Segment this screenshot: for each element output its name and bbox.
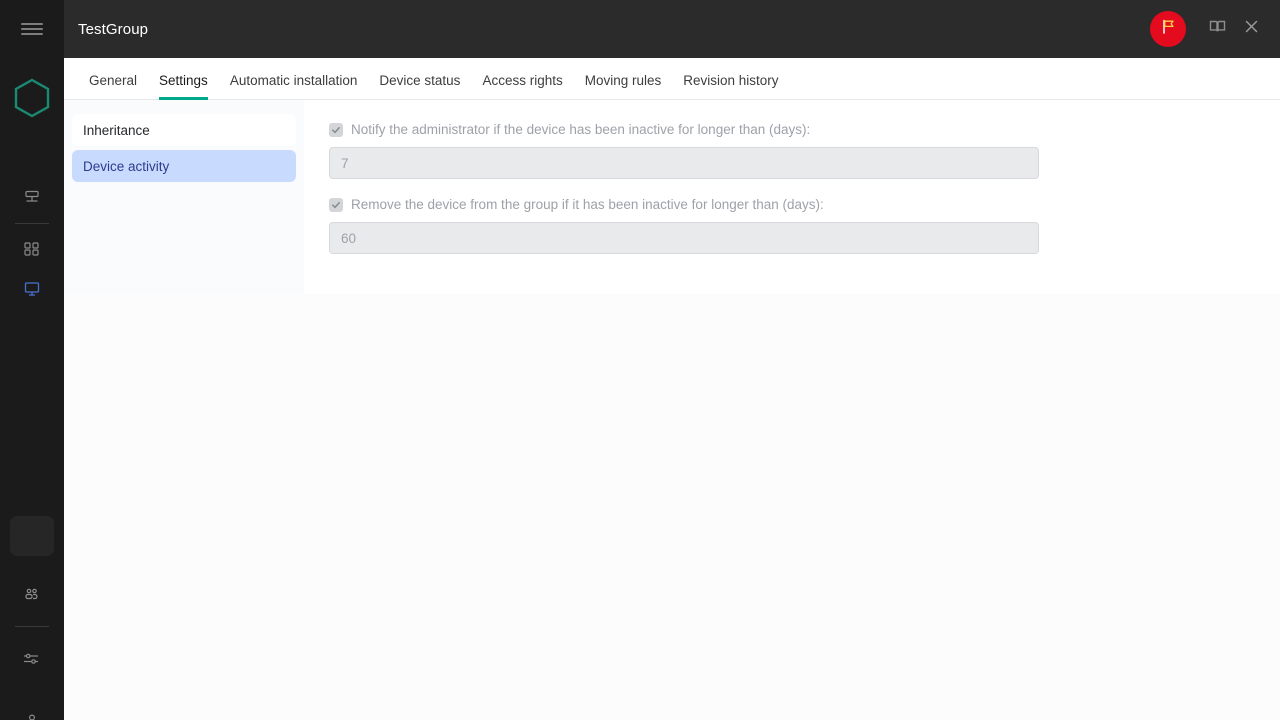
tab-access-rights[interactable]: Access rights <box>471 73 573 99</box>
page-title: TestGroup <box>78 20 149 38</box>
rail-active-indicator <box>10 516 54 556</box>
menu-toggle-button[interactable] <box>0 0 64 58</box>
subnav-item-device-activity[interactable]: Device activity <box>72 150 296 182</box>
settings-content-card: Inheritance Device activity Notify the a… <box>64 100 1280 294</box>
subnav-item-inheritance[interactable]: Inheritance <box>72 114 296 146</box>
tab-bar: General Settings Automatic installation … <box>64 58 1280 100</box>
tab-revision-history[interactable]: Revision history <box>672 73 789 99</box>
tab-moving-rules[interactable]: Moving rules <box>574 73 673 99</box>
book-icon <box>1208 17 1227 41</box>
window-header: TestGroup <box>64 0 1280 58</box>
rail-divider <box>15 626 49 627</box>
notify-inactive-days-input[interactable] <box>329 147 1039 179</box>
help-book-button[interactable] <box>1202 14 1232 44</box>
rail-divider <box>15 223 49 224</box>
remove-inactive-checkbox[interactable] <box>329 197 343 212</box>
remove-inactive-field-label: Remove the device from the group if it h… <box>329 197 1280 212</box>
tab-device-status[interactable]: Device status <box>368 73 471 99</box>
flag-icon <box>1160 18 1177 40</box>
sidebar-item-account[interactable] <box>0 701 64 720</box>
close-button[interactable] <box>1236 14 1266 44</box>
rail-icon-group-bottom <box>0 516 64 720</box>
sidebar-item-users[interactable] <box>0 574 64 614</box>
header-actions <box>1150 11 1280 47</box>
left-nav-rail <box>0 0 64 720</box>
settings-subnav: Inheritance Device activity <box>64 100 304 294</box>
notify-inactive-label-text: Notify the administrator if the device h… <box>351 122 811 137</box>
tab-settings[interactable]: Settings <box>148 73 219 100</box>
notify-inactive-checkbox[interactable] <box>329 122 343 137</box>
hexagon-logo-icon <box>14 78 50 118</box>
sidebar-item-settings[interactable] <box>0 639 64 679</box>
notify-inactive-field-label: Notify the administrator if the device h… <box>329 122 1280 137</box>
sidebar-item-devices[interactable] <box>0 229 64 269</box>
application-window: TestGroup General Settings Automatic ins… <box>0 0 1280 720</box>
hamburger-icon <box>21 21 43 37</box>
close-icon <box>1243 18 1260 40</box>
tab-automatic-installation[interactable]: Automatic installation <box>219 73 369 99</box>
sidebar-item-server[interactable] <box>0 178 64 218</box>
tab-general[interactable]: General <box>78 73 148 99</box>
remove-inactive-days-input[interactable] <box>329 222 1039 254</box>
remove-inactive-label-text: Remove the device from the group if it h… <box>351 197 824 212</box>
rail-icon-group-top <box>0 178 64 309</box>
flag-badge-button[interactable] <box>1150 11 1186 47</box>
device-activity-panel: Notify the administrator if the device h… <box>304 100 1280 294</box>
sidebar-item-monitor[interactable] <box>0 269 64 309</box>
